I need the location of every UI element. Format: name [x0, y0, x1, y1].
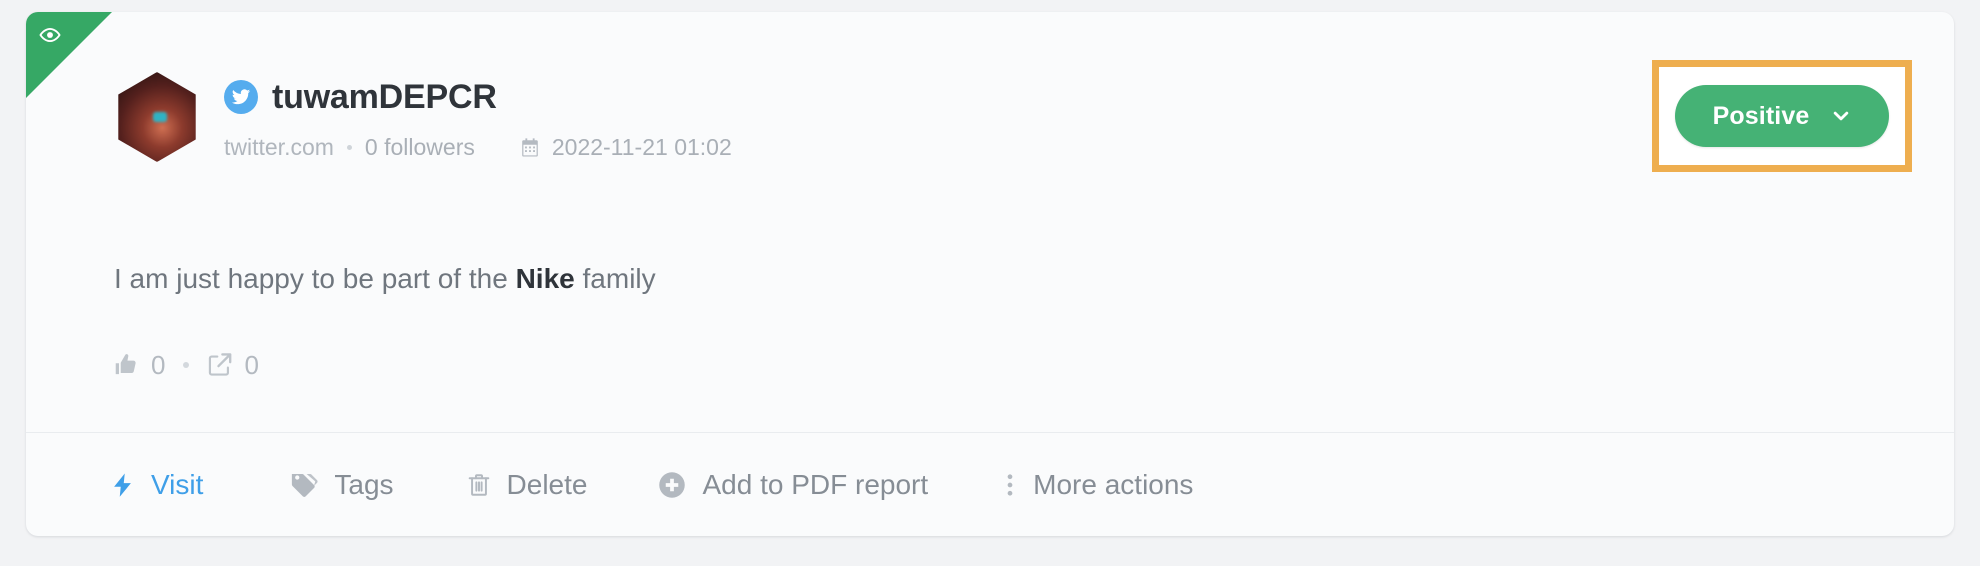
stats-separator-dot [183, 362, 190, 368]
action-delete-label: Delete [506, 468, 588, 500]
action-add-to-pdf-report[interactable]: Add to PDF report [657, 470, 928, 500]
lightning-bolt-icon [110, 470, 136, 500]
action-tags[interactable]: Tags [289, 468, 394, 500]
likes-stat: 0 [114, 352, 165, 378]
action-visit[interactable]: Visit [110, 470, 203, 500]
engagement-stats: 0 0 [114, 352, 259, 378]
action-add-to-pdf-report-label: Add to PDF report [702, 468, 929, 500]
tag-icon [289, 470, 319, 500]
trash-icon [466, 470, 492, 500]
mention-card: tuwamDEPCR twitter.com 0 followers 2022-… [26, 12, 1954, 536]
author-username[interactable]: tuwamDEPCR [272, 80, 497, 114]
shares-stat: 0 [207, 350, 259, 380]
action-delete[interactable]: Delete [466, 468, 588, 500]
likes-count: 0 [151, 350, 166, 380]
avatar [118, 72, 196, 162]
eye-icon [39, 24, 61, 46]
post-text-keyword: Nike [515, 263, 575, 294]
sentiment-label: Positive [1712, 101, 1810, 130]
author-meta-row: twitter.com 0 followers 2022-11-21 01:02 [224, 136, 732, 159]
post-date-wrap: 2022-11-21 01:02 [519, 136, 732, 159]
action-more-actions-label: More actions [1033, 468, 1194, 500]
plus-circle-icon [657, 470, 687, 500]
share-icon [207, 352, 233, 378]
action-bar: Visit Tags Delete Add to PDF report More… [26, 433, 1954, 536]
calendar-icon [519, 137, 541, 159]
post-text-after: family [574, 263, 656, 294]
post-date: 2022-11-21 01:02 [551, 134, 732, 160]
shares-count: 0 [244, 350, 259, 380]
post-text-before: I am just happy to be part of the [114, 263, 516, 294]
follower-count: 0 followers [364, 134, 475, 160]
twitter-icon [224, 80, 258, 114]
dots-vertical-icon [1002, 470, 1018, 500]
thumbs-up-icon [114, 352, 140, 378]
meta-separator-dot [346, 145, 352, 150]
author-name-row: tuwamDEPCR [224, 74, 732, 120]
author-block: tuwamDEPCR twitter.com 0 followers 2022-… [224, 74, 732, 159]
sentiment-highlight-box: Positive [1652, 60, 1912, 172]
action-more-actions[interactable]: More actions [1002, 470, 1193, 500]
read-status-ribbon[interactable] [26, 12, 112, 98]
action-visit-label: Visit [151, 468, 204, 500]
post-text: I am just happy to be part of the Nike f… [114, 260, 656, 298]
sentiment-dropdown-button[interactable]: Positive [1675, 85, 1889, 147]
chevron-down-icon [1831, 106, 1851, 126]
source-domain[interactable]: twitter.com [224, 136, 334, 159]
action-tags-label: Tags [334, 468, 394, 500]
page-background: tuwamDEPCR twitter.com 0 followers 2022-… [0, 0, 1980, 566]
